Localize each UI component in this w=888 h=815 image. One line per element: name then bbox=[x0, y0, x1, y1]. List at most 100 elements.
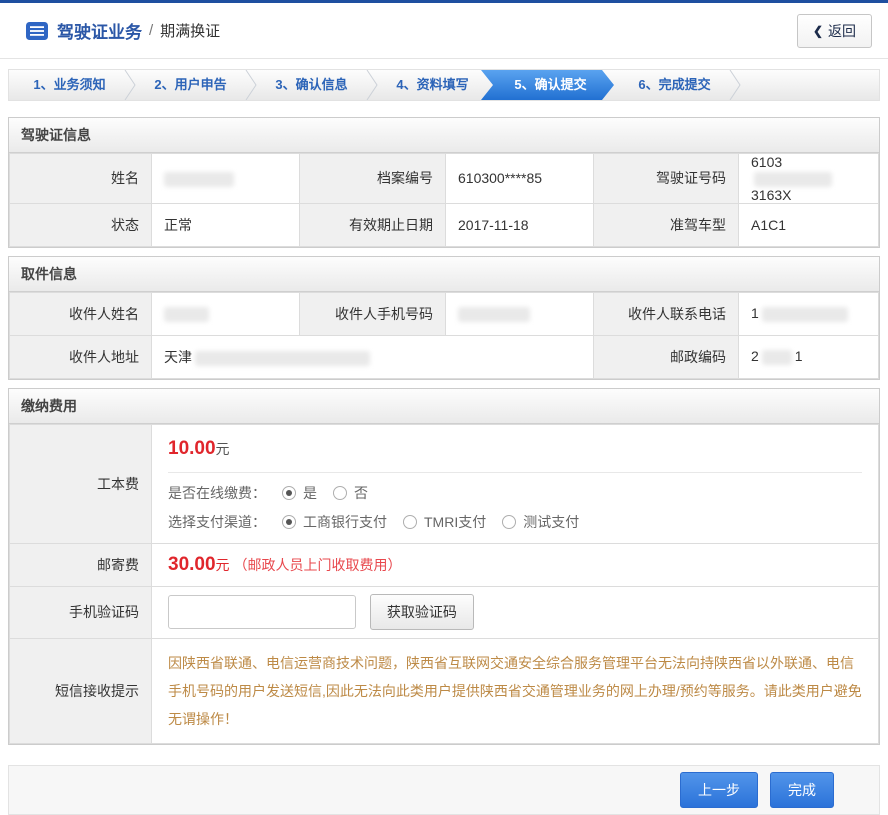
step-tab-5-active[interactable]: 5、确认提交 bbox=[481, 70, 614, 100]
online-payment-row: 是否在线缴费： 是 否 bbox=[168, 483, 862, 503]
online-payment-label: 是否在线缴费： bbox=[168, 483, 266, 503]
sms-notice-label: 短信接收提示 bbox=[10, 638, 152, 743]
radio-online-no[interactable] bbox=[333, 486, 347, 500]
step-tab-4[interactable]: 4、资料填写 bbox=[372, 70, 493, 100]
recipient-name-value bbox=[152, 292, 300, 335]
recipient-address-label: 收件人地址 bbox=[10, 335, 152, 378]
sms-code-cell: 获取验证码 bbox=[152, 586, 879, 638]
file-no-label: 档案编号 bbox=[300, 154, 446, 204]
license-info-section-title: 驾驶证信息 bbox=[9, 118, 879, 153]
step-tab-3[interactable]: 3、确认信息 bbox=[251, 70, 372, 100]
step-tab-5-label: 5、确认提交 bbox=[514, 77, 586, 92]
recipient-mobile-value bbox=[446, 292, 594, 335]
postage-fee-cell: 30.00元（邮政人员上门收取费用） bbox=[152, 543, 879, 586]
page-title: 驾驶证业务 bbox=[57, 18, 142, 43]
production-fee-unit: 元 bbox=[216, 441, 230, 457]
step-tab-3-label: 3、确认信息 bbox=[275, 77, 347, 92]
redacted-mobile bbox=[458, 307, 530, 322]
table-row: 工本费 10.00元 是否在线缴费： 是 否 选择支付渠道： 工商银行支付 bbox=[10, 424, 879, 543]
recipient-address-value: 天津 bbox=[152, 335, 594, 378]
radio-online-no-label[interactable]: 否 bbox=[354, 483, 368, 503]
divider bbox=[168, 472, 862, 473]
production-fee-amount-row: 10.00元 bbox=[168, 438, 862, 460]
chevron-separator-icon bbox=[124, 70, 136, 111]
footer-action-bar: 上一步 完成 bbox=[8, 765, 880, 815]
radio-channel-icbc[interactable] bbox=[282, 515, 296, 529]
table-row: 收件人地址 天津 邮政编码 21 bbox=[10, 335, 879, 378]
back-button-label: 返回 bbox=[828, 21, 856, 41]
redacted-name bbox=[164, 172, 234, 187]
redacted-license-digits bbox=[754, 172, 832, 187]
license-no-suffix: 3163X bbox=[751, 187, 791, 203]
list-document-icon bbox=[26, 22, 48, 40]
redacted-phone-digits bbox=[762, 307, 848, 322]
sms-notice-cell: 因陕西省联通、电信运营商技术问题，陕西省互联网交通安全综合服务管理平台无法向持陕… bbox=[152, 638, 879, 743]
step-tab-1[interactable]: 1、业务须知 bbox=[9, 70, 130, 100]
step-tab-4-label: 4、资料填写 bbox=[396, 77, 468, 92]
address-prefix: 天津 bbox=[164, 349, 192, 365]
sms-code-input[interactable] bbox=[168, 595, 356, 629]
fees-table: 工本费 10.00元 是否在线缴费： 是 否 选择支付渠道： 工商银行支付 bbox=[9, 424, 879, 744]
back-button[interactable]: ❮ 返回 bbox=[797, 14, 872, 48]
table-row: 短信接收提示 因陕西省联通、电信运营商技术问题，陕西省互联网交通安全综合服务管理… bbox=[10, 638, 879, 743]
license-no-prefix: 6103 bbox=[751, 154, 782, 170]
file-no-value: 610300****85 bbox=[446, 154, 594, 204]
title-bar: 驾驶证业务 / 期满换证 ❮ 返回 bbox=[0, 3, 888, 59]
postage-fee-unit: 元 bbox=[216, 557, 230, 573]
recipient-name-label: 收件人姓名 bbox=[10, 292, 152, 335]
radio-channel-tmri-label[interactable]: TMRI支付 bbox=[424, 512, 486, 532]
pickup-info-section: 取件信息 收件人姓名 收件人手机号码 收件人联系电话 1 收件人地址 天津 邮政… bbox=[8, 256, 880, 380]
license-info-table: 姓名 档案编号 610300****85 驾驶证号码 61033163X 状态 … bbox=[9, 153, 879, 247]
postage-fee-note: （邮政人员上门收取费用） bbox=[234, 557, 402, 573]
valid-until-value: 2017-11-18 bbox=[446, 203, 594, 246]
chevron-separator-icon bbox=[729, 70, 741, 103]
production-fee-cell: 10.00元 是否在线缴费： 是 否 选择支付渠道： 工商银行支付 TMRI支付 bbox=[152, 424, 879, 543]
step-tab-2-label: 2、用户申告 bbox=[154, 77, 226, 92]
status-label: 状态 bbox=[10, 203, 152, 246]
step-tab-1-label: 1、业务须知 bbox=[33, 77, 105, 92]
fees-section-title: 缴纳费用 bbox=[9, 389, 879, 424]
license-no-value: 6103 3163X bbox=[739, 154, 879, 204]
redacted-address bbox=[195, 351, 370, 366]
vehicle-class-label: 准驾车型 bbox=[594, 203, 739, 246]
radio-online-yes[interactable] bbox=[282, 486, 296, 500]
breadcrumb-separator: / bbox=[149, 22, 153, 39]
pickup-info-section-title: 取件信息 bbox=[9, 257, 879, 292]
radio-channel-tmri[interactable] bbox=[403, 515, 417, 529]
license-info-section: 驾驶证信息 姓名 档案编号 610300****85 驾驶证号码 6103 316… bbox=[8, 117, 880, 248]
sms-code-label: 手机验证码 bbox=[10, 586, 152, 638]
breadcrumb-current: 期满换证 bbox=[160, 20, 220, 41]
step-progress-bar: 1、业务须知 2、用户申告 3、确认信息 4、资料填写 5、确认提交 6、完成提… bbox=[8, 69, 880, 101]
radio-channel-icbc-label[interactable]: 工商银行支付 bbox=[303, 512, 387, 532]
radio-online-yes-label[interactable]: 是 bbox=[303, 483, 317, 503]
table-row: 手机验证码 获取验证码 bbox=[10, 586, 879, 638]
radio-channel-test[interactable] bbox=[502, 515, 516, 529]
step-tab-2[interactable]: 2、用户申告 bbox=[130, 70, 251, 100]
production-fee-amount: 10.00 bbox=[168, 438, 216, 459]
step-bar-filler bbox=[735, 70, 879, 100]
table-row: 姓名 档案编号 610300****85 驾驶证号码 6103 3163X bbox=[10, 154, 879, 204]
step-tab-6-label: 6、完成提交 bbox=[638, 77, 710, 92]
payment-channel-label: 选择支付渠道： bbox=[168, 512, 266, 532]
sms-notice-text: 因陕西省联通、电信运营商技术问题，陕西省互联网交通安全综合服务管理平台无法向持陕… bbox=[168, 649, 862, 733]
recipient-phone-label: 收件人联系电话 bbox=[594, 292, 739, 335]
postal-code-value: 21 bbox=[739, 335, 879, 378]
step-tab-6[interactable]: 6、完成提交 bbox=[602, 70, 735, 100]
name-label: 姓名 bbox=[10, 154, 152, 204]
recipient-mobile-label: 收件人手机号码 bbox=[300, 292, 446, 335]
license-no-label: 驾驶证号码 bbox=[594, 154, 739, 204]
table-row: 邮寄费 30.00元（邮政人员上门收取费用） bbox=[10, 543, 879, 586]
vehicle-class-value: A1C1 bbox=[739, 203, 879, 246]
status-value: 正常 bbox=[152, 203, 300, 246]
finish-button[interactable]: 完成 bbox=[770, 772, 834, 808]
redacted-postal-digits bbox=[762, 350, 792, 365]
get-sms-code-button[interactable]: 获取验证码 bbox=[370, 594, 474, 630]
postal-suffix: 1 bbox=[795, 348, 803, 364]
previous-step-button[interactable]: 上一步 bbox=[680, 772, 758, 808]
radio-channel-test-label[interactable]: 测试支付 bbox=[523, 512, 579, 532]
production-fee-label: 工本费 bbox=[10, 424, 152, 543]
postal-prefix: 2 bbox=[751, 348, 759, 364]
table-row: 收件人姓名 收件人手机号码 收件人联系电话 1 bbox=[10, 292, 879, 335]
recipient-phone-value: 1 bbox=[739, 292, 879, 335]
phone-prefix: 1 bbox=[751, 305, 759, 321]
